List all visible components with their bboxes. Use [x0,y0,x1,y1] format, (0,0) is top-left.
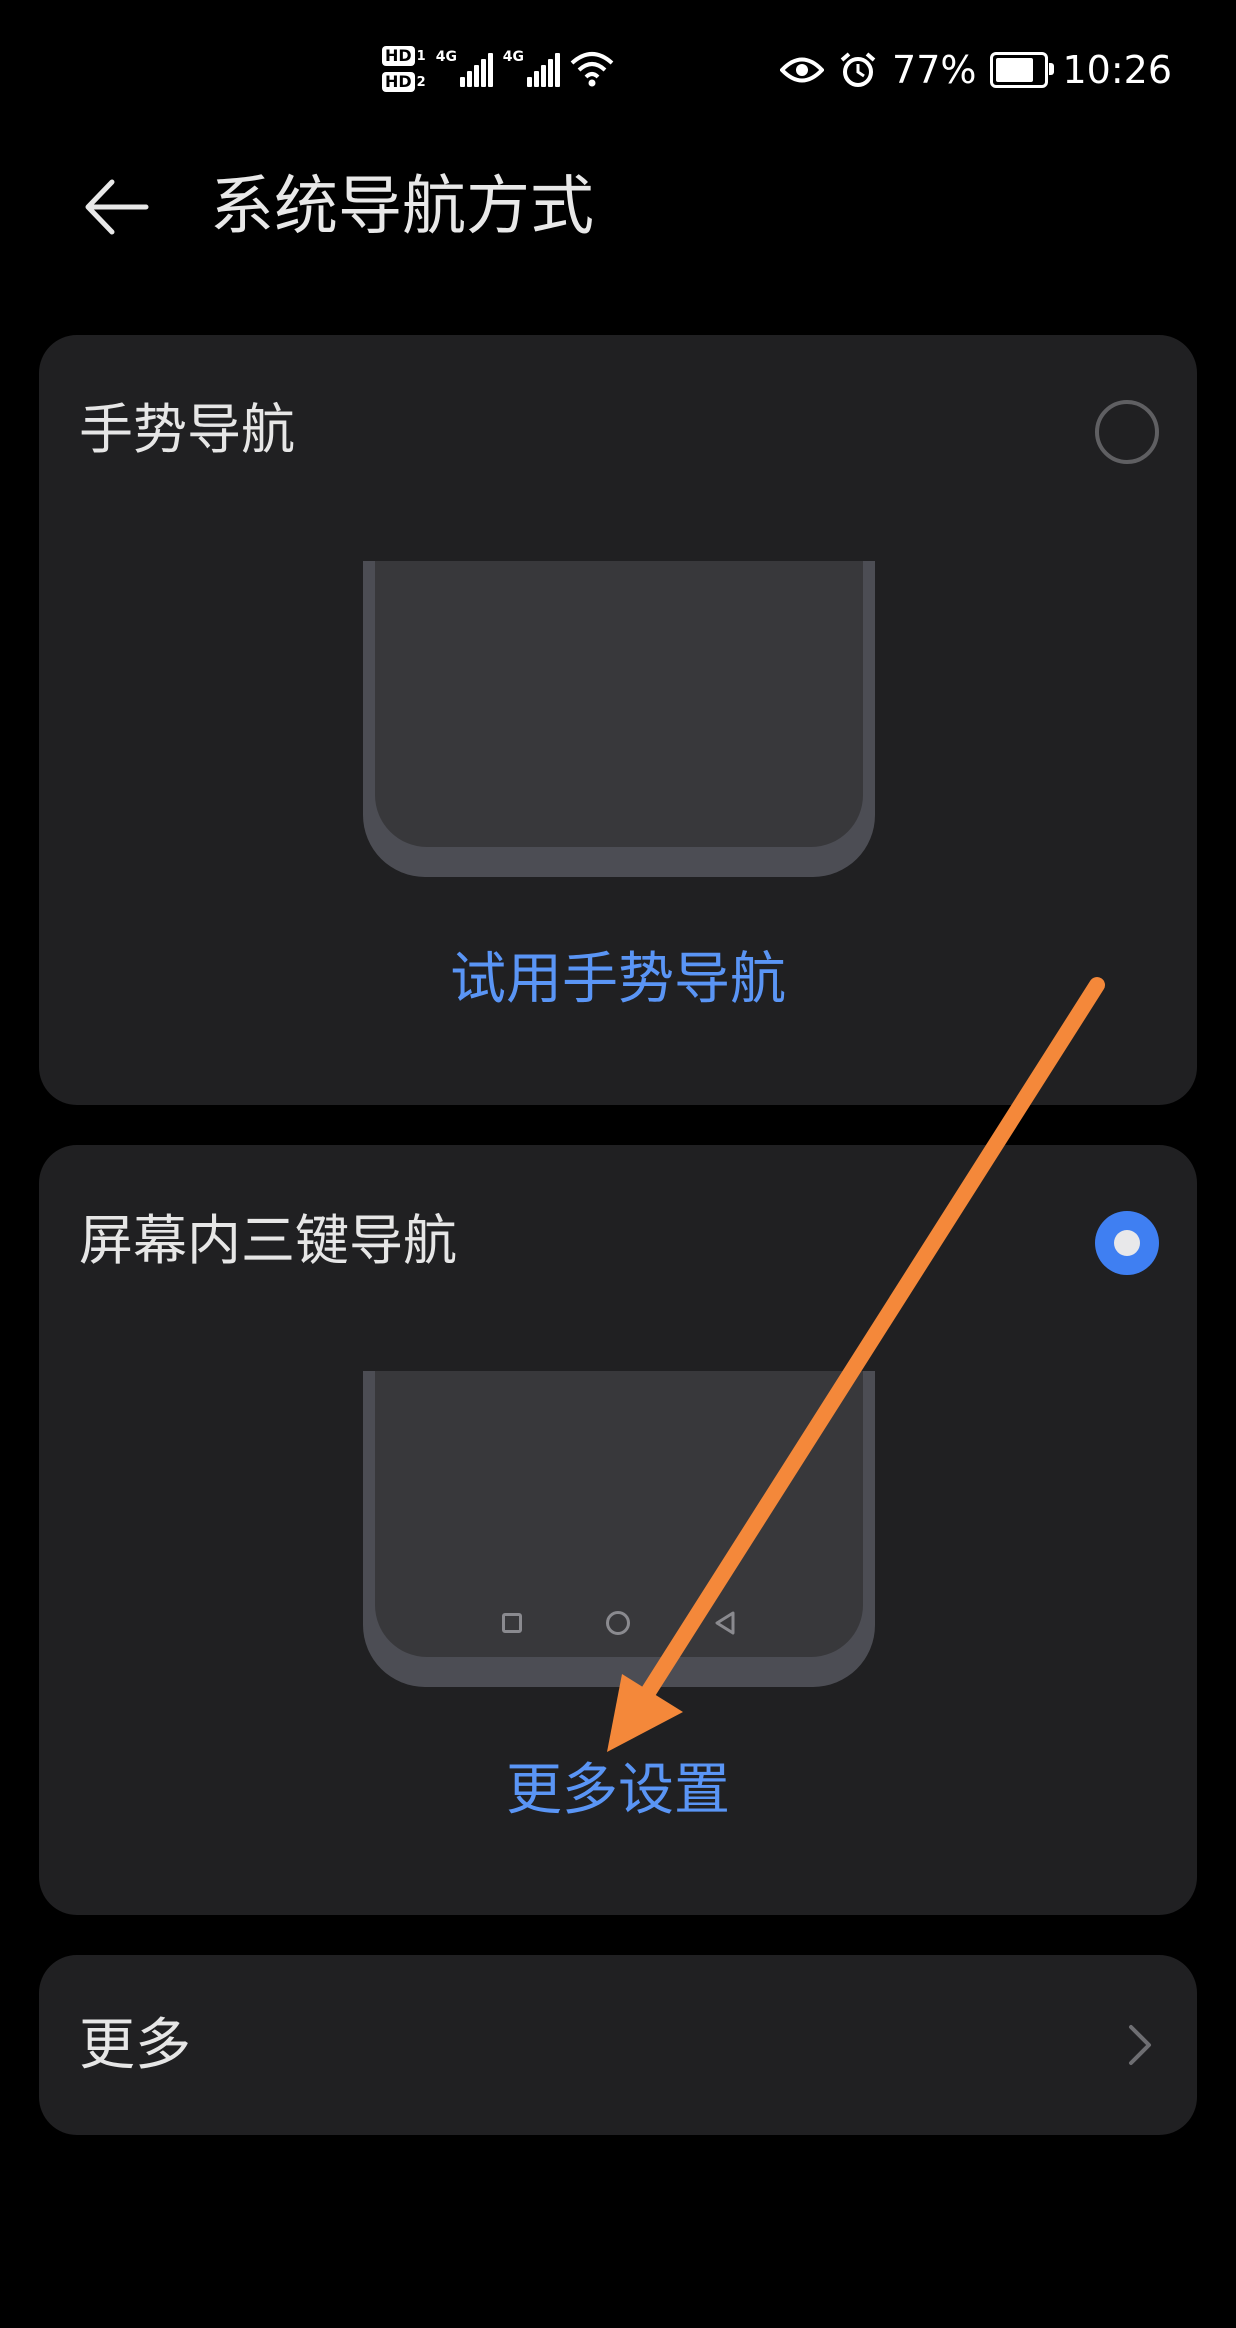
more-row[interactable]: 更多 [39,1955,1197,2135]
hd-indicator-2: HD 2 [382,72,426,92]
three-key-navigation-title: 屏幕内三键导航 [79,1209,457,1272]
more-settings-link[interactable]: 更多设置 [39,1758,1197,1824]
back-arrow-icon[interactable] [80,170,154,244]
hd-indicators: HD 1 HD 2 [382,46,426,92]
try-gesture-navigation-link[interactable]: 试用手势导航 [39,947,1197,1013]
wifi-icon [570,52,614,87]
phone-screen [375,561,863,847]
three-key-navigation-radio[interactable] [1095,1211,1159,1275]
gesture-navigation-radio[interactable] [1095,400,1159,464]
status-bar: HD 1 HD 2 4G 4G 77% 10:26 [0,0,1236,140]
network-type: 4G [502,49,524,65]
status-left: HD 1 HD 2 4G 4G [382,34,614,104]
hd-icon: HD [382,46,415,66]
alarm-icon [840,52,876,87]
battery-percent: 77% [892,48,977,92]
sim-number: 2 [416,74,426,90]
home-icon [606,1611,630,1635]
page-title: 系统导航方式 [210,170,594,244]
gesture-navigation-title: 手势导航 [79,398,295,461]
status-right: 77% 10:26 [780,40,1172,100]
clock: 10:26 [1062,48,1172,92]
three-key-navigation-illustration [363,1371,875,1687]
battery-icon [990,52,1055,88]
eye-comfort-icon [780,57,825,83]
gesture-navigation-illustration [363,561,875,877]
three-key-navigation-card[interactable]: 屏幕内三键导航 更多设置 [39,1145,1197,1915]
back-icon [715,1611,735,1635]
phone-screen [375,1371,863,1657]
gesture-navigation-card[interactable]: 手势导航 试用手势导航 [39,335,1197,1105]
signal-icon: 4G [435,49,493,87]
sim-number: 1 [416,48,426,64]
network-type: 4G [435,49,457,65]
app-header: 系统导航方式 [0,140,1236,270]
hd-indicator-1: HD 1 [382,46,426,66]
nav-buttons [375,1611,863,1635]
chevron-right-icon [1129,2025,1151,2065]
signal-icon: 4G [502,49,560,87]
more-label: 更多 [79,2013,191,2078]
recent-apps-icon [502,1613,522,1633]
hd-icon: HD [382,72,415,92]
